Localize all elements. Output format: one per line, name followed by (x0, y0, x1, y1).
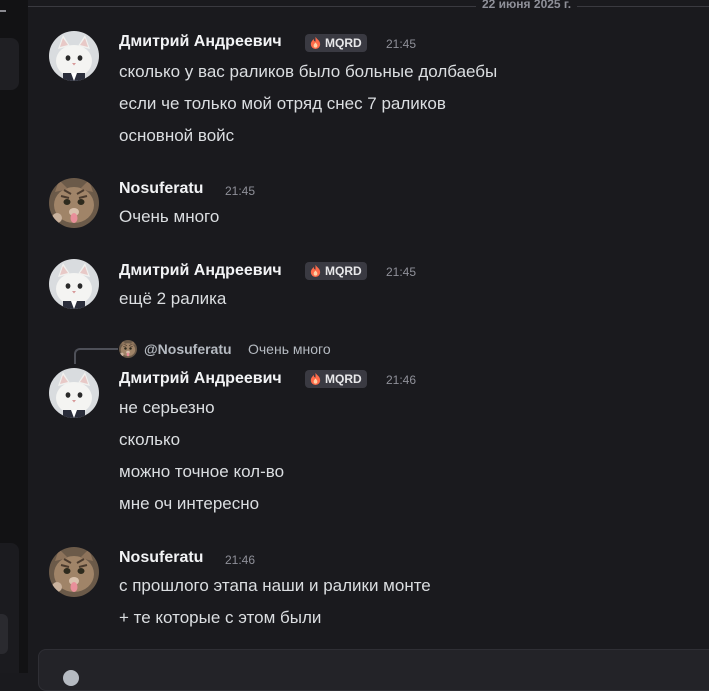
plus-circle-icon[interactable] (63, 670, 79, 686)
guild-tag-label: MQRD (325, 264, 362, 278)
avatar[interactable] (49, 259, 99, 309)
message-text: не серьезно (119, 398, 215, 417)
message-author[interactable]: Дмитрий Андреевич (119, 262, 282, 280)
avatar[interactable] (49, 178, 99, 228)
guild-tag[interactable]: MQRD (305, 34, 367, 52)
chat-area: 22 июня 2025 г. Дмитрий Андреевич MQRD 2… (28, 0, 709, 691)
message-timestamp[interactable]: 21:45 (225, 184, 255, 198)
sidebar-divider (0, 10, 6, 12)
date-divider (28, 6, 709, 7)
message-text: + те которые с этом были (119, 608, 322, 627)
message-text: ещё 2 ралика (119, 289, 227, 308)
user-avatar-icon (119, 340, 137, 358)
message-author[interactable]: Nosuferatu (119, 180, 203, 198)
message-text: сколько (119, 430, 181, 449)
message-timestamp[interactable]: 21:46 (386, 373, 416, 387)
message-text: можно точное кол-во (119, 462, 285, 481)
guild-tag-label: MQRD (325, 372, 362, 386)
message-author[interactable]: Дмитрий Андреевич (119, 33, 282, 51)
guild-tag-label: MQRD (325, 36, 362, 50)
message-timestamp[interactable]: 21:45 (386, 265, 416, 279)
reply-author[interactable]: @Nosuferatu (144, 341, 232, 357)
user-avatar-icon (49, 178, 99, 228)
message-text: если че только мой отряд снес 7 раликов (119, 94, 446, 113)
message-text: основной войс (119, 126, 235, 145)
message-timestamp[interactable]: 21:46 (225, 553, 255, 567)
message-composer[interactable] (38, 649, 709, 691)
server-sidebar (0, 0, 28, 673)
reply-connector (74, 348, 118, 364)
message-text: сколько у вас раликов было больные долба… (119, 62, 498, 81)
reply-preview[interactable]: Очень много (248, 341, 331, 357)
reply-avatar[interactable] (119, 340, 137, 358)
user-avatar-icon (49, 31, 99, 81)
guild-tag[interactable]: MQRD (305, 262, 367, 280)
date-divider-label: 22 июня 2025 г. (476, 0, 578, 11)
user-avatar-icon (49, 547, 99, 597)
avatar[interactable] (49, 31, 99, 81)
sidebar-button[interactable] (0, 614, 8, 654)
message-text: мне оч интересно (119, 494, 260, 513)
flame-icon (310, 372, 321, 385)
message-text: с прошлого этапа наши и ралики монте (119, 576, 431, 595)
user-avatar-icon (49, 368, 99, 418)
message-text: Очень много (119, 207, 220, 226)
guild-tag[interactable]: MQRD (305, 370, 367, 388)
user-avatar-icon (49, 259, 99, 309)
message-timestamp[interactable]: 21:45 (386, 37, 416, 51)
avatar[interactable] (49, 547, 99, 597)
message-author[interactable]: Nosuferatu (119, 549, 203, 567)
avatar[interactable] (49, 368, 99, 418)
flame-icon (310, 264, 321, 277)
sidebar-selected-item[interactable] (0, 38, 19, 90)
flame-icon (310, 36, 321, 49)
message-author[interactable]: Дмитрий Андреевич (119, 370, 282, 388)
